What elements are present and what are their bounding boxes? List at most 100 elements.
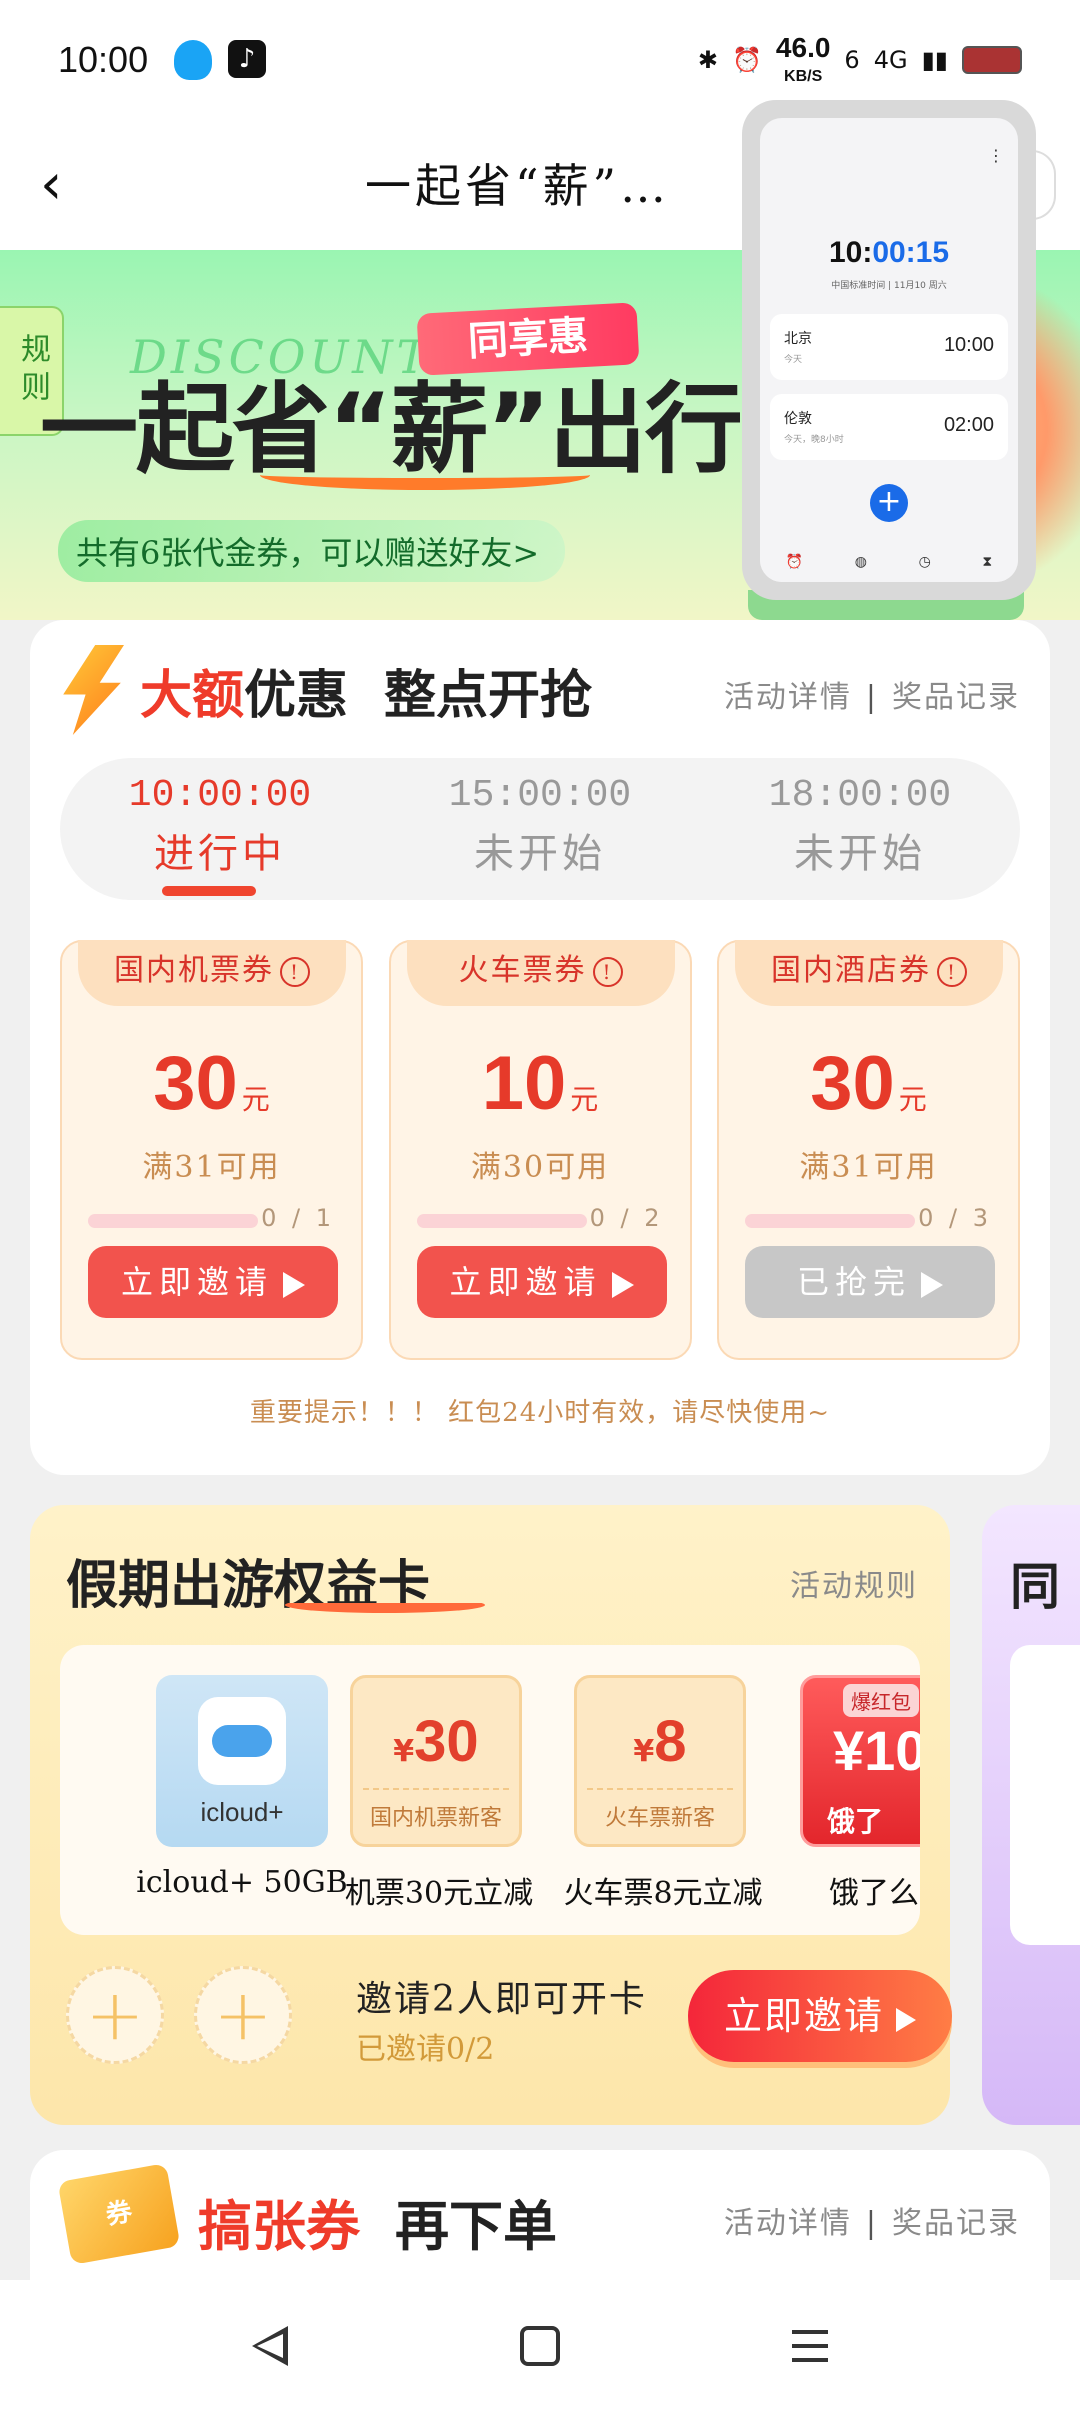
net-speed: 46.0 KB/S <box>775 32 831 85</box>
clock-tab-bar: ⏰ ◍ ◷ ⧗ <box>760 542 1018 582</box>
info-icon[interactable]: ! <box>592 957 623 987</box>
home-square-icon[interactable] <box>520 2326 560 2366</box>
section-title-right: 整点开抢 <box>384 665 593 726</box>
invite-instruction: 邀请2人即可开卡 <box>356 1979 647 2020</box>
ticket-icon: 券 <box>57 2163 181 2265</box>
info-icon[interactable]: ! <box>280 957 310 987</box>
city-card[interactable]: 伦敦 今天，晚8小时 02:00 <box>770 394 1008 460</box>
benefit-sub: 国内机票新客 <box>363 1788 509 1832</box>
play-icon <box>283 1271 305 1298</box>
benefit-flight[interactable]: ¥30 国内机票新客 机票30元立减 <box>345 1675 533 1911</box>
coupon-tag: 国内机票券! <box>78 940 346 1006</box>
prize-record-link[interactable]: 奖品记录 <box>892 680 1020 715</box>
city-time: 10:00 <box>943 334 994 356</box>
next-card-peek[interactable]: 同 <box>982 1505 1080 2125</box>
big-deal-section: 大额 优惠 整点开抢 活动详情 | 奖品记录 10:00:00 进行中 15:00:… <box>30 620 1050 1475</box>
section-title: 优惠 <box>244 665 349 726</box>
activity-rules-link[interactable]: 活动规则 <box>790 1561 918 1605</box>
benefits-list: icloud+ icloud+ 50GB ¥30 国内机票新客 机票30元立减 … <box>60 1645 920 1935</box>
city-name: 北京 <box>784 331 812 347</box>
benefit-train[interactable]: ¥8 火车票新客 火车票8元立减 <box>563 1675 763 1911</box>
coupon-card-hotel: 国内酒店券! 30 元 满31可用 0 / 3 已抢完 <box>717 940 1020 1360</box>
coupon-card-train: 火车票券! 10 元 满30可用 0 / 2 立即邀请 <box>388 940 692 1360</box>
section-title-red: 搞张券 <box>198 2195 360 2258</box>
coupon-condition: 满30可用 <box>470 1150 610 1185</box>
slot-status: 进行中 <box>154 831 286 877</box>
world-clock-time: 10:00:15 <box>828 236 950 269</box>
prize-record-link[interactable]: 奖品记录 <box>892 2206 1020 2241</box>
benefit-label: 火车票8元立减 <box>563 1876 763 1911</box>
sold-out-button: 已抢完 <box>745 1246 995 1318</box>
benefit-amount: ¥8 <box>633 1709 687 1774</box>
section-title-red: 大额 <box>140 665 245 726</box>
gift-coupons-link[interactable]: 共有6张代金券，可以赠送好友> <box>58 520 566 582</box>
holiday-benefit-card: 假期出游权益卡 活动规则 icloud+ icloud+ 50GB ¥30 国内… <box>30 1505 952 2125</box>
coupon-condition: 满31可用 <box>799 1150 938 1185</box>
time-slot-1800[interactable]: 18:00:00 未开始 <box>700 758 1020 900</box>
network-type: 4G <box>873 46 908 74</box>
city-time: 02:00 <box>943 414 994 436</box>
invite-button[interactable]: 立即邀请 <box>416 1246 667 1318</box>
timer-tab-icon[interactable]: ⧗ <box>982 554 992 570</box>
add-friend-slot-icon[interactable]: + <box>66 1966 164 2064</box>
invite-button[interactable]: 立即邀请 <box>88 1246 338 1318</box>
coupon-amount: 30 元 <box>153 1041 270 1126</box>
coupon-progress-bar <box>416 1214 587 1228</box>
benefit-amount: ¥30 <box>393 1709 479 1774</box>
floating-window[interactable]: ⋮ 10:00:15 中国标准时间 | 11月10 周六 北京 今天 10:00… <box>742 100 1036 600</box>
slot-time: 10:00:00 <box>128 774 312 817</box>
world-clock-tab-icon[interactable]: ◍ <box>855 554 867 570</box>
invite-now-button[interactable]: 立即邀请 <box>688 1970 952 2062</box>
coupon-amount: 10 元 <box>481 1041 599 1126</box>
benefit-eleme[interactable]: 爆红包 ¥10 饿了 饿了么爆 <box>800 1675 920 1911</box>
system-nav-bar <box>0 2280 1080 2412</box>
clock-date: 中国标准时间 | 11月10 周六 <box>831 281 947 291</box>
coupon-condition: 满31可用 <box>142 1150 281 1185</box>
bluetooth-icon: ✱ <box>697 46 719 74</box>
coupon-progress-bar <box>88 1214 258 1228</box>
add-friend-slot-icon[interactable]: + <box>194 1966 292 2064</box>
lightning-icon <box>63 645 124 735</box>
back-triangle-icon[interactable] <box>240 2316 300 2376</box>
back-arrow-icon[interactable]: ‹ <box>40 157 90 213</box>
coupon-progress: 0 / 2 <box>589 1204 664 1232</box>
info-icon[interactable]: ! <box>937 957 967 987</box>
more-icon[interactable]: ⋮ <box>988 146 1004 165</box>
city-card[interactable]: 北京 今天 10:00 <box>770 314 1008 380</box>
battery-icon <box>962 46 1022 74</box>
menu-lines-icon[interactable] <box>780 2316 840 2376</box>
stopwatch-tab-icon[interactable]: ◷ <box>919 554 931 570</box>
activity-details-link[interactable]: 活动详情 <box>724 2206 852 2241</box>
peek-title: 同 <box>1010 1558 1060 1616</box>
benefit-icloud[interactable]: icloud+ icloud+ 50GB <box>136 1675 348 1900</box>
peek-content <box>1010 1645 1080 1945</box>
play-icon <box>611 1271 634 1298</box>
coupon-amount: 30 元 <box>810 1041 927 1126</box>
slot-time: 18:00:00 <box>768 774 952 817</box>
slot-status: 未开始 <box>794 831 926 877</box>
benefit-amount: ¥10 <box>833 1719 920 1782</box>
time-slot-1000[interactable]: 10:00:00 进行中 <box>60 758 380 900</box>
alarm-tab-icon[interactable]: ⏰ <box>786 554 803 570</box>
signal-icon: ▮▮ <box>921 46 948 74</box>
benefit-tile-text: icloud+ <box>200 1797 284 1827</box>
add-city-button[interactable]: + <box>870 484 908 522</box>
invite-row: + + 邀请2人即可开卡 已邀请0/2 立即邀请 <box>66 1960 952 2070</box>
city-name: 伦敦 <box>784 411 812 427</box>
benefit-label: 饿了么爆 <box>829 1876 920 1911</box>
benefit-badge: 爆红包 <box>843 1684 919 1717</box>
coupon-progress: 0 / 1 <box>261 1204 335 1232</box>
time-slot-tabs: 10:00:00 进行中 15:00:00 未开始 18:00:00 未开始 <box>60 758 1020 900</box>
swoosh-decoration <box>260 460 590 490</box>
coupon-tag: 国内酒店券! <box>735 940 1003 1006</box>
page-title: 一起省“薪”… <box>365 159 671 213</box>
sim-number: 6 <box>844 46 860 74</box>
active-underline <box>162 886 256 896</box>
activity-details-link[interactable]: 活动详情 <box>724 680 852 715</box>
icloud-icon <box>198 1697 286 1785</box>
slot-status: 未开始 <box>474 831 606 877</box>
time-slot-1500[interactable]: 15:00:00 未开始 <box>380 758 700 900</box>
play-icon <box>896 2007 916 2032</box>
slot-time: 15:00:00 <box>448 774 632 817</box>
coupon-tag: 火车票券! <box>406 940 675 1006</box>
